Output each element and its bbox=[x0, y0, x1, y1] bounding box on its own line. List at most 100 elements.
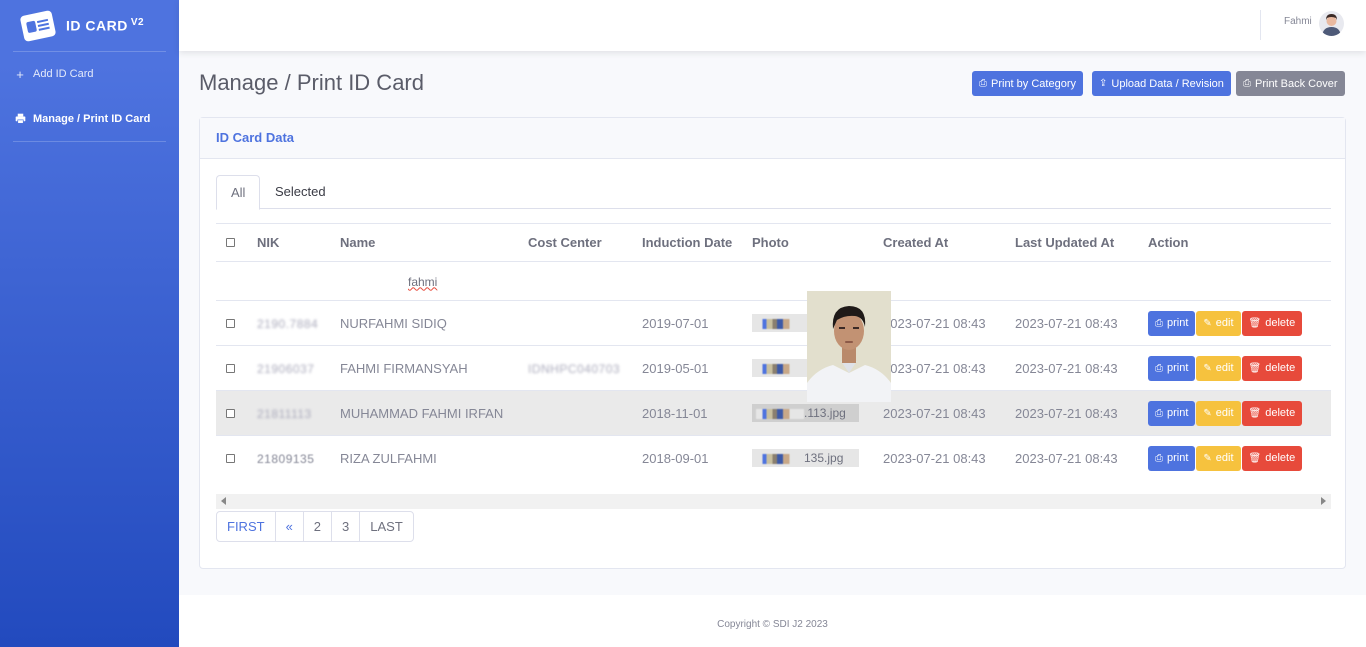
nik-cell: 21906037 bbox=[253, 345, 336, 391]
print-by-category-button[interactable]: ⎙ Print by Category bbox=[972, 71, 1083, 96]
person-photo-icon bbox=[807, 291, 891, 402]
topbar-divider bbox=[1260, 10, 1261, 40]
print-button[interactable]: ⎙ print bbox=[1148, 355, 1196, 381]
row-checkbox[interactable] bbox=[226, 408, 235, 418]
trash-icon: 🗑 bbox=[1248, 407, 1262, 419]
row-select-cell bbox=[216, 345, 253, 391]
column-header-created-at[interactable]: Created At bbox=[879, 223, 1011, 262]
name-filter-input[interactable]: fahmi bbox=[408, 275, 437, 289]
avatar-icon bbox=[1322, 14, 1341, 36]
edit-button[interactable]: ✎ edit bbox=[1196, 355, 1241, 381]
print-icon: ⎙ bbox=[1155, 317, 1163, 329]
table-row[interactable]: 21811113 MUHAMMAD FAHMI IRFAN 2018-11-01… bbox=[216, 390, 1331, 436]
column-header-nik[interactable]: NIK bbox=[253, 223, 336, 262]
edit-label: edit bbox=[1215, 362, 1234, 374]
upload-data-button[interactable]: ⇪ Upload Data / Revision bbox=[1092, 71, 1231, 96]
scroll-right-arrow-icon[interactable] bbox=[1321, 497, 1326, 505]
row-checkbox[interactable] bbox=[226, 453, 235, 463]
column-header-action: Action bbox=[1144, 223, 1331, 262]
user-name[interactable]: Fahmi bbox=[1284, 16, 1312, 27]
print-icon bbox=[14, 112, 26, 127]
delete-button[interactable]: 🗑 delete bbox=[1241, 400, 1303, 426]
filter-cell[interactable] bbox=[253, 261, 336, 301]
page-first[interactable]: FIRST bbox=[217, 512, 275, 541]
photo-link[interactable]: .113.jpg bbox=[752, 404, 859, 422]
updated-at-cell: 2023-07-21 08:43 bbox=[1011, 345, 1144, 391]
trash-icon: 🗑 bbox=[1248, 317, 1262, 329]
photo-filename: 135.jpg bbox=[804, 451, 844, 466]
delete-button[interactable]: 🗑 delete bbox=[1241, 310, 1303, 336]
table-row[interactable]: 2190.7884 NURFAHMI SIDIQ 2019-07-01 2023… bbox=[216, 300, 1331, 346]
edit-button[interactable]: ✎ edit bbox=[1196, 310, 1241, 336]
column-header-last-updated-at[interactable]: Last Updated At bbox=[1011, 223, 1144, 262]
page-3[interactable]: 3 bbox=[331, 512, 359, 541]
column-header-name[interactable]: Name bbox=[336, 223, 524, 262]
avatar[interactable] bbox=[1319, 11, 1344, 36]
brand[interactable]: ID CARD V2 bbox=[0, 0, 179, 51]
print-icon: ⎙ bbox=[1155, 362, 1163, 374]
scroll-left-arrow-icon[interactable] bbox=[221, 497, 226, 505]
column-header-photo[interactable]: Photo bbox=[748, 223, 879, 262]
cost-center-cell bbox=[524, 390, 638, 436]
filter-cell[interactable] bbox=[524, 261, 638, 301]
row-checkbox[interactable] bbox=[226, 363, 235, 373]
edit-button[interactable]: ✎ edit bbox=[1196, 400, 1241, 426]
edit-button[interactable]: ✎ edit bbox=[1196, 445, 1241, 471]
button-label: Print Back Cover bbox=[1255, 77, 1338, 90]
column-header-cost-center[interactable]: Cost Center bbox=[524, 223, 638, 262]
row-select-cell bbox=[216, 300, 253, 346]
created-at-cell: 2023-07-21 08:43 bbox=[879, 300, 1011, 346]
pagination: FIRST « 2 3 LAST bbox=[216, 511, 414, 542]
created-at-cell: 2023-07-21 08:43 bbox=[879, 345, 1011, 391]
page-last[interactable]: LAST bbox=[359, 512, 413, 541]
delete-button[interactable]: 🗑 delete bbox=[1241, 445, 1303, 471]
tab-bar: All Selected bbox=[216, 175, 1331, 210]
print-icon: ⎙ bbox=[1155, 452, 1163, 464]
induction-date-cell: 2019-05-01 bbox=[638, 345, 748, 391]
button-label: Upload Data / Revision bbox=[1111, 77, 1224, 90]
id-card-data-card: ID Card Data All Selected NIK Name Cost … bbox=[199, 117, 1346, 569]
footer: Copyright © SDI J2 2023 bbox=[179, 595, 1366, 647]
created-at-cell: 2023-07-21 08:43 bbox=[879, 390, 1011, 436]
photo-thumb-icon bbox=[756, 454, 804, 465]
print-button[interactable]: ⎙ print bbox=[1148, 400, 1196, 426]
table-header-row: NIK Name Cost Center Induction Date Phot… bbox=[216, 223, 1331, 262]
print-icon: ⎙ bbox=[1243, 78, 1251, 89]
filter-row: fahmi bbox=[216, 261, 1331, 301]
edit-icon: ✎ bbox=[1203, 407, 1212, 419]
sidebar-item-add-id-card[interactable]: + Add ID Card bbox=[0, 52, 179, 96]
id-card-icon bbox=[19, 9, 57, 42]
print-label: print bbox=[1167, 452, 1189, 465]
page-2[interactable]: 2 bbox=[302, 512, 331, 541]
filter-cell[interactable] bbox=[638, 261, 748, 301]
tab-all[interactable]: All bbox=[216, 175, 261, 210]
sidebar-item-label: Add ID Card bbox=[33, 68, 94, 80]
cost-center-cell bbox=[524, 435, 638, 481]
row-select-cell bbox=[216, 390, 253, 436]
print-back-cover-button[interactable]: ⎙ Print Back Cover bbox=[1236, 71, 1345, 96]
delete-button[interactable]: 🗑 delete bbox=[1241, 355, 1303, 381]
column-header-induction-date[interactable]: Induction Date bbox=[638, 223, 748, 262]
table-row[interactable]: 21906037 FAHMI FIRMANSYAH IDNHPC040703 2… bbox=[216, 345, 1331, 391]
delete-label: delete bbox=[1265, 317, 1296, 329]
page-prev[interactable]: « bbox=[274, 512, 303, 541]
print-button[interactable]: ⎙ print bbox=[1148, 310, 1196, 336]
photo-link[interactable]: 135.jpg bbox=[752, 449, 859, 468]
table-row[interactable]: 21809135 RIZA ZULFAHMI 2018-09-01 135.jp… bbox=[216, 435, 1331, 481]
brand-title: ID CARD V2 bbox=[66, 17, 144, 34]
name-filter-cell[interactable]: fahmi bbox=[336, 261, 524, 301]
filter-cell[interactable] bbox=[879, 261, 1011, 301]
row-checkbox[interactable] bbox=[226, 318, 235, 328]
induction-date-cell: 2018-11-01 bbox=[638, 390, 748, 436]
select-all-checkbox[interactable] bbox=[226, 238, 235, 247]
filter-cell[interactable] bbox=[1011, 261, 1144, 301]
sidebar-item-manage-print[interactable]: Manage / Print ID Card bbox=[0, 97, 179, 141]
topbar: Fahmi bbox=[179, 0, 1366, 51]
horizontal-scrollbar[interactable] bbox=[216, 494, 1331, 509]
action-cell: ⎙ print ✎ edit 🗑 delete bbox=[1144, 390, 1331, 436]
tab-selected[interactable]: Selected bbox=[261, 175, 340, 210]
updated-at-cell: 2023-07-21 08:43 bbox=[1011, 300, 1144, 346]
brand-title-text: ID CARD bbox=[66, 17, 128, 34]
print-button[interactable]: ⎙ print bbox=[1148, 445, 1196, 471]
filter-cell bbox=[216, 261, 253, 301]
